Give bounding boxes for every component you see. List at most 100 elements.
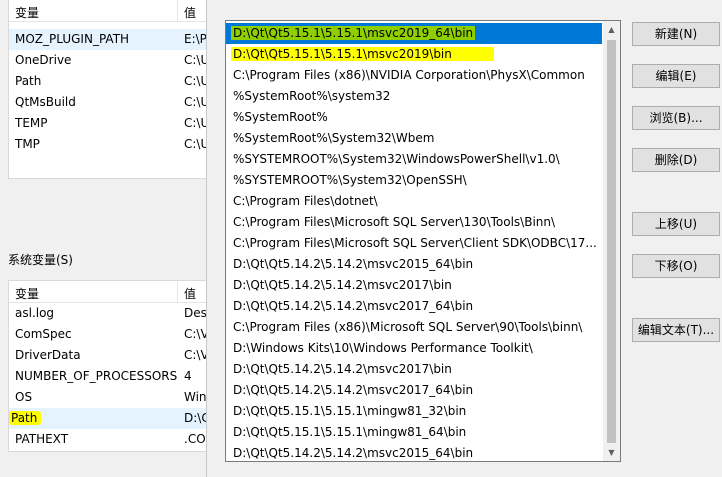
path-entry[interactable]: C:\Program Files\dotnet\ — [226, 191, 602, 212]
path-entry-text: %SystemRoot%\System32\Wbem — [233, 131, 435, 145]
col-header-value[interactable]: 值 — [184, 285, 196, 302]
sys-var-row[interactable]: PATHEXT .CO — [9, 429, 207, 450]
path-entry[interactable]: D:\Qt\Qt5.14.2\5.14.2\msvc2017_64\bin — [226, 296, 602, 317]
var-name: TMP — [15, 137, 40, 151]
var-name: ComSpec — [15, 327, 72, 341]
path-entry-text: C:\Program Files\dotnet\ — [233, 194, 378, 208]
edit-text-button[interactable]: 编辑文本(T)... — [632, 318, 720, 342]
path-entry[interactable]: D:\Qt\Qt5.15.1\5.15.1\msvc2019\bin — [226, 44, 602, 65]
sys-var-row-path[interactable]: Path D:\C — [9, 408, 207, 429]
path-entry[interactable]: C:\Program Files (x86)\Microsoft SQL Ser… — [226, 317, 602, 338]
edit-path-dialog: D:\Qt\Qt5.15.1\5.15.1\msvc2019_64\bin D:… — [206, 0, 722, 477]
var-value: C:\V — [184, 327, 207, 341]
path-entry-text: D:\Qt\Qt5.15.1\5.15.1\msvc2019_64\bin — [231, 26, 476, 40]
sys-var-row[interactable]: ComSpec C:\V — [9, 324, 207, 345]
var-name: OneDrive — [15, 53, 72, 67]
sys-vars-list[interactable]: 变量 值 asl.log Des ComSpec C:\V DriverData… — [8, 280, 207, 452]
sys-var-row[interactable]: DriverData C:\V — [9, 345, 207, 366]
path-entry-text: D:\Windows Kits\10\Windows Performance T… — [233, 341, 533, 355]
user-vars-header: 变量 值 — [9, 0, 207, 22]
path-entry[interactable]: %SYSTEMROOT%\System32\WindowsPowerShell\… — [226, 149, 602, 170]
var-name: Path — [9, 411, 42, 425]
path-entry-text: C:\Program Files (x86)\NVIDIA Corporatio… — [233, 68, 585, 82]
var-value: 4 — [184, 369, 192, 383]
sys-var-row[interactable]: NUMBER_OF_PROCESSORS 4 — [9, 366, 207, 387]
path-entry-text: D:\Qt\Qt5.14.2\5.14.2\msvc2017\bin — [233, 362, 452, 376]
var-name: PATHEXT — [15, 432, 69, 446]
path-entry[interactable]: %SystemRoot%\System32\Wbem — [226, 128, 602, 149]
path-entry-text: %SystemRoot%\system32 — [233, 89, 391, 103]
vertical-scrollbar[interactable]: ▲ ▼ — [603, 21, 620, 461]
path-entry[interactable]: D:\Qt\Qt5.14.2\5.14.2\msvc2015_64\bin — [226, 254, 602, 275]
path-entry-text: C:\Program Files\Microsoft SQL Server\13… — [233, 215, 556, 229]
scrollbar-thumb[interactable] — [607, 40, 616, 443]
user-var-row[interactable]: Path C:\U — [9, 71, 207, 92]
path-entry[interactable]: D:\Qt\Qt5.15.1\5.15.1\mingw81_32\bin — [226, 401, 602, 422]
user-var-row[interactable]: OneDrive C:\U — [9, 50, 207, 71]
user-var-row[interactable]: QtMsBuild C:\U — [9, 92, 207, 113]
user-var-row[interactable]: TMP C:\U — [9, 134, 207, 155]
var-name: QtMsBuild — [15, 95, 76, 109]
user-var-row[interactable]: TEMP C:\U — [9, 113, 207, 134]
scroll-up-arrow-icon[interactable]: ▲ — [603, 21, 620, 38]
var-value: Des — [184, 306, 207, 320]
path-entry[interactable]: C:\Program Files\Microsoft SQL Server\Cl… — [226, 233, 602, 254]
path-entry[interactable]: D:\Qt\Qt5.14.2\5.14.2\msvc2017_64\bin — [226, 380, 602, 401]
delete-button[interactable]: 删除(D) — [632, 148, 720, 172]
sys-vars-header: 变量 值 — [9, 281, 207, 303]
var-name: OS — [15, 390, 33, 404]
new-button[interactable]: 新建(N) — [632, 22, 720, 46]
path-entry-text: D:\Qt\Qt5.14.2\5.14.2\msvc2015_64\bin — [233, 257, 474, 271]
path-entry-text: D:\Qt\Qt5.14.2\5.14.2\msvc2017_64\bin — [233, 383, 474, 397]
col-header-value[interactable]: 值 — [184, 4, 196, 21]
path-entry[interactable]: D:\Qt\Qt5.15.1\5.15.1\mingw81_64\bin — [226, 422, 602, 443]
var-value: E:\P — [184, 32, 207, 46]
path-entry[interactable]: %SystemRoot%\system32 — [226, 86, 602, 107]
sys-var-row[interactable]: asl.log Des — [9, 303, 207, 324]
var-name: TEMP — [15, 116, 48, 130]
var-name: Path — [15, 74, 42, 88]
var-name: asl.log — [15, 306, 55, 320]
col-header-name[interactable]: 变量 — [15, 285, 39, 302]
path-entry-text: D:\Qt\Qt5.15.1\5.15.1\mingw81_64\bin — [233, 425, 467, 439]
edit-button[interactable]: 编辑(E) — [632, 64, 720, 88]
browse-button[interactable]: 浏览(B)... — [632, 106, 720, 130]
move-down-button[interactable]: 下移(O) — [632, 254, 720, 278]
path-entry-text: C:\Program Files\Microsoft SQL Server\Cl… — [233, 236, 597, 250]
path-entry-text: C:\Program Files (x86)\Microsoft SQL Ser… — [233, 320, 583, 334]
env-vars-dialog: 变量 值 MOZ_PLUGIN_PATH E:\P OneDrive C:\U … — [0, 0, 207, 477]
var-name: NUMBER_OF_PROCESSORS — [15, 369, 178, 383]
path-entry[interactable]: D:\Qt\Qt5.14.2\5.14.2\msvc2017\bin — [226, 275, 602, 296]
path-entry-text: D:\Qt\Qt5.14.2\5.14.2\msvc2017\bin — [233, 278, 452, 292]
user-var-row[interactable]: MOZ_PLUGIN_PATH E:\P — [9, 29, 207, 50]
path-entry[interactable]: C:\Program Files\Microsoft SQL Server\13… — [226, 212, 602, 233]
var-value: C:\U — [184, 116, 207, 130]
sys-var-row[interactable]: OS Win — [9, 387, 207, 408]
move-up-button[interactable]: 上移(U) — [632, 212, 720, 236]
var-value: C:\U — [184, 137, 207, 151]
path-entry-text: D:\Qt\Qt5.14.2\5.14.2\msvc2015_64\bin — [233, 446, 474, 460]
path-entry-text: D:\Qt\Qt5.15.1\5.15.1\mingw81_32\bin — [233, 404, 467, 418]
var-name: MOZ_PLUGIN_PATH — [15, 32, 130, 46]
col-header-name[interactable]: 变量 — [15, 4, 39, 21]
var-value: C:\U — [184, 53, 207, 67]
path-entry[interactable]: D:\Windows Kits\10\Windows Performance T… — [226, 338, 602, 359]
var-name: DriverData — [15, 348, 81, 362]
user-vars-list[interactable]: 变量 值 MOZ_PLUGIN_PATH E:\P OneDrive C:\U … — [8, 0, 207, 179]
path-entry[interactable]: %SYSTEMROOT%\System32\OpenSSH\ — [226, 170, 602, 191]
path-entry-text: D:\Qt\Qt5.14.2\5.14.2\msvc2017_64\bin — [233, 299, 474, 313]
path-entry[interactable]: D:\Qt\Qt5.15.1\5.15.1\msvc2019_64\bin — [226, 23, 602, 44]
var-value: C:\U — [184, 95, 207, 109]
path-entry-text: %SYSTEMROOT%\System32\OpenSSH\ — [233, 173, 467, 187]
path-entry[interactable]: D:\Qt\Qt5.14.2\5.14.2\msvc2015_64\bin — [226, 443, 602, 461]
var-value: C:\U — [184, 74, 207, 88]
path-entry[interactable]: C:\Program Files (x86)\NVIDIA Corporatio… — [226, 65, 602, 86]
path-entries-list[interactable]: D:\Qt\Qt5.15.1\5.15.1\msvc2019_64\bin D:… — [225, 20, 621, 462]
path-entry-text: %SystemRoot% — [233, 110, 328, 124]
path-entry-text: %SYSTEMROOT%\System32\WindowsPowerShell\… — [233, 152, 560, 166]
scroll-down-arrow-icon[interactable]: ▼ — [603, 444, 620, 461]
path-entry[interactable]: %SystemRoot% — [226, 107, 602, 128]
col-separator — [177, 0, 178, 21]
path-entry[interactable]: D:\Qt\Qt5.14.2\5.14.2\msvc2017\bin — [226, 359, 602, 380]
var-value: .CO — [184, 432, 206, 446]
